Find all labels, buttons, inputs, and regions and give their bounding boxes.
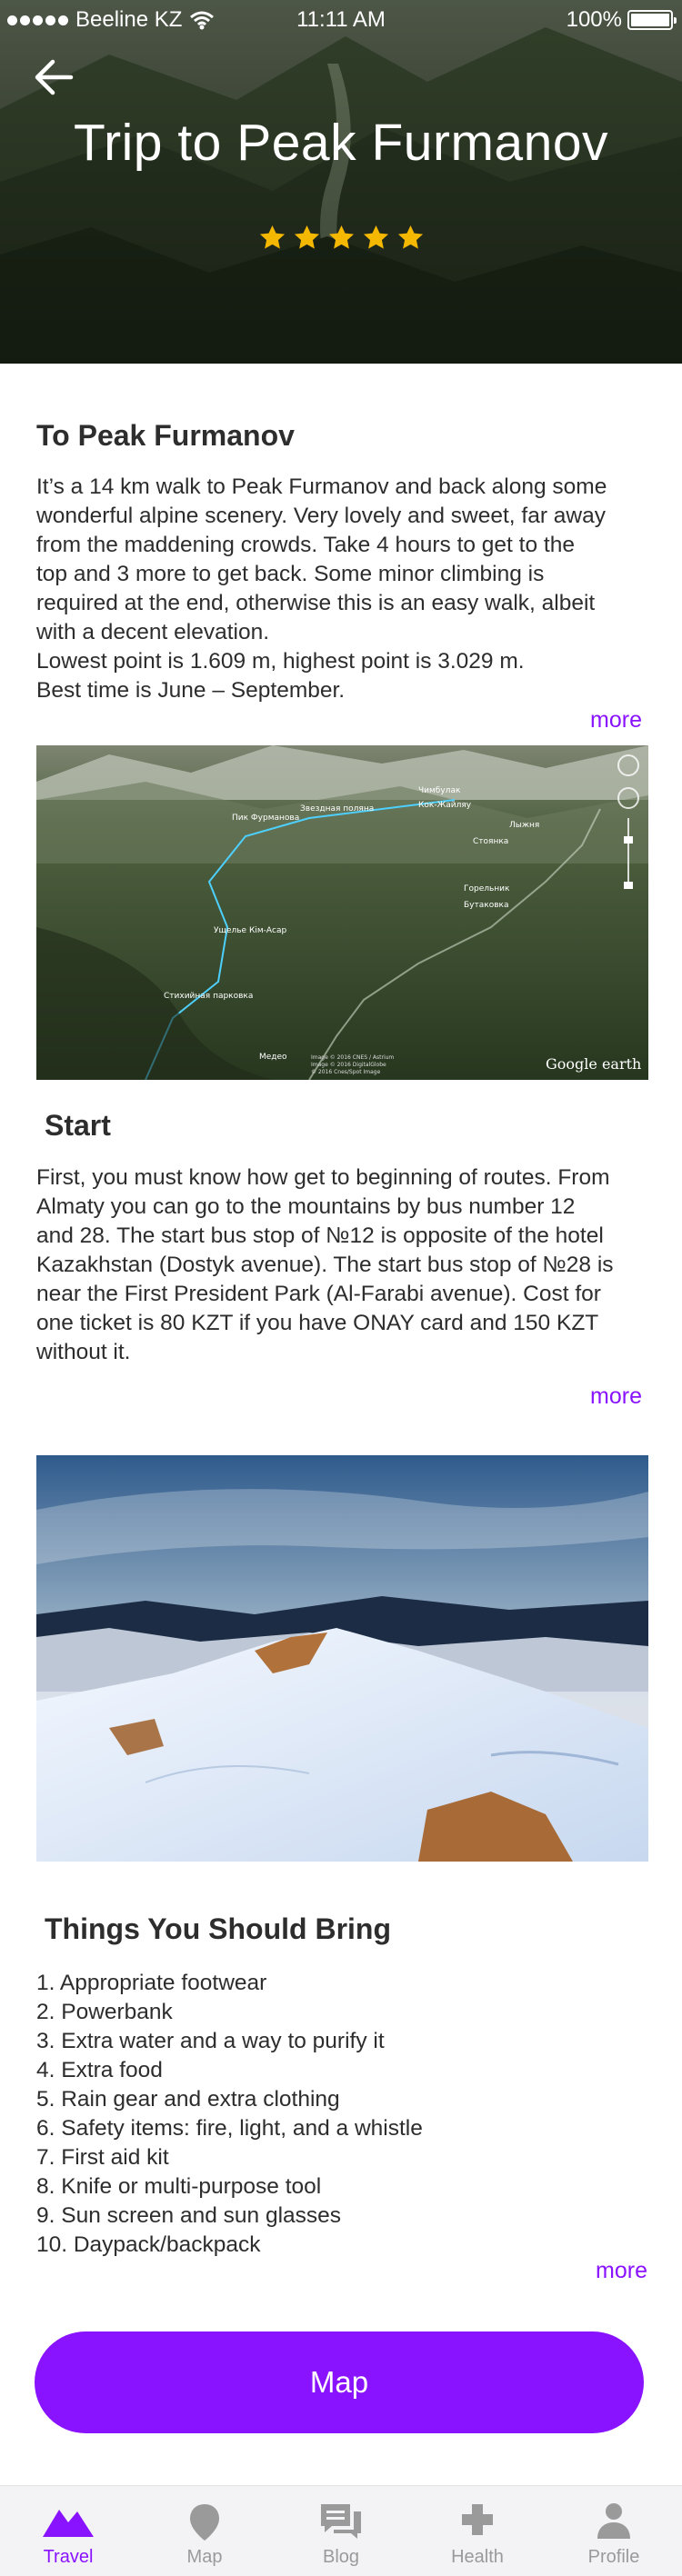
intro-text-line: It’s a 14 km walk to Peak Furmanov and b… [36,474,607,499]
intro-paragraph: It’s a 14 km walk to Peak Furmanov and b… [36,473,655,705]
bring-list-item: 10. Daypack/backpack [36,2232,261,2257]
map-label-1: Звездная поляна [300,804,374,814]
route-map-image[interactable]: Пик Фурманова Звездная поляна Чимбулак К… [36,745,648,1080]
start-text-line: one ticket is 80 KZT if you have ONAY ca… [36,1311,599,1335]
map-label-9: Медео [259,1053,287,1062]
start-text-line: Kazakhstan (Dostyk avenue). The start bu… [36,1253,614,1277]
bring-list-item: 9. Sun screen and sun glasses [36,2203,342,2228]
star-rating [0,224,682,252]
start-paragraph: First, you must know how get to beginnin… [36,1163,655,1367]
intro-text-line: wonderful alpine scenery. Very lovely an… [36,504,606,528]
mountain-icon [43,2510,94,2537]
tab-travel[interactable]: Travel [0,2486,136,2576]
intro-text-line: top and 3 more to get back. Some minor c… [36,562,545,586]
bring-list: 1. Appropriate footwear 2. Powerbank 3. Ex… [36,1969,655,2260]
map-credit-0: Image © 2016 CNES / Astrium [311,1054,394,1061]
start-text-line: and 28. The start bus stop of №12 is opp… [36,1223,604,1248]
start-text-line: near the First President Park (Al-Farabi… [36,1282,601,1306]
map-label-2: Чимбулак [418,786,461,795]
star-icon [259,225,285,249]
map-label-7: Горельник [464,884,510,894]
intro-text-line: Best time is June – September. [36,678,346,703]
map-label-4: Ущелье Кім-Асар [214,926,287,935]
status-right: 100% [566,7,677,33]
map-label-6: Лыжня [509,821,539,830]
google-earth-logo: Google earth [546,1055,641,1073]
start-text-line: Almaty you can go to the mountains by bu… [36,1194,576,1219]
map-label-3: Кок-Жайляу [418,801,472,810]
tab-label-map: Map [186,2547,223,2567]
intro-text-line: from the maddening crowds. Take 4 hours … [36,533,575,557]
battery-icon [627,10,677,30]
route-map-graphic: Пик Фурманова Звездная поляна Чимбулак К… [36,745,648,1080]
person-icon [597,2503,630,2539]
chat-bubbles-icon [321,2504,361,2539]
bring-list-item: 5. Rain gear and extra clothing [36,2087,340,2112]
section-title-start: Start [45,1109,111,1142]
tab-label-travel: Travel [43,2547,94,2567]
mountain-photo[interactable] [36,1455,648,1862]
tab-blog[interactable]: Blog [273,2486,409,2576]
tab-label-health: Health [451,2547,504,2567]
section-title-intro: To Peak Furmanov [36,419,295,452]
bring-more-link[interactable]: more [596,2258,647,2284]
map-credit-2: © 2016 Cnes/Spot Image [311,1069,381,1075]
map-label-8: Бутаковка [464,901,508,910]
map-button[interactable]: Map [35,2331,644,2433]
star-icon [294,225,319,249]
star-icon [363,225,388,249]
tab-label-profile: Profile [587,2547,640,2567]
start-more-link[interactable]: more [590,1383,642,1410]
tab-profile[interactable]: Profile [546,2486,682,2576]
page-title: Trip to Peak Furmanov [73,114,609,172]
star-icon [328,225,354,249]
bring-list-item: 8. Knife or multi-purpose tool [36,2174,322,2199]
intro-text-line: required at the end, otherwise this is a… [36,591,596,615]
bring-list-item: 4. Extra food [36,2058,163,2082]
star-icon [397,225,423,249]
intro-text-line: Lowest point is 1.609 m, highest point i… [36,649,525,674]
map-label-10: Стихийная парковка [164,992,253,1001]
start-text-line: without it. [36,1340,131,1364]
hero-header: Beeline KZ 11:11 AM 100% Trip to Peak Fu… [0,0,682,364]
section-title-bring: Things You Should Bring [45,1912,391,1945]
status-bar: Beeline KZ 11:11 AM 100% [0,0,682,40]
location-pin-icon [190,2504,219,2541]
bring-list-item: 3. Extra water and a way to purify it [36,2029,385,2053]
plus-icon [462,2504,493,2535]
intro-text-line: with a decent elevation. [36,620,270,644]
map-label-5: Стоянка [473,837,508,846]
tab-label-blog: Blog [322,2547,360,2567]
tab-map[interactable]: Map [136,2486,273,2576]
bring-list-item: 6. Safety items: fire, light, and a whis… [36,2116,423,2141]
bring-list-item: 7. First aid kit [36,2145,169,2170]
bring-list-item: 1. Appropriate footwear [36,1971,267,1995]
map-label-0: Пик Фурманова [232,814,299,823]
back-arrow-icon[interactable] [33,56,75,98]
battery-percent: 100% [566,7,622,32]
bring-list-item: 2. Powerbank [36,2000,173,2024]
start-text-line: First, you must know how get to beginnin… [36,1165,610,1190]
tab-bar: Travel Map Blog Health Profile [0,2485,682,2576]
tab-health[interactable]: Health [409,2486,546,2576]
mountain-photo-graphic [36,1455,648,1862]
map-credit-1: Image © 2016 DigitalGlobe [311,1062,386,1068]
intro-more-link[interactable]: more [590,707,642,734]
hero-background-image [0,0,682,364]
